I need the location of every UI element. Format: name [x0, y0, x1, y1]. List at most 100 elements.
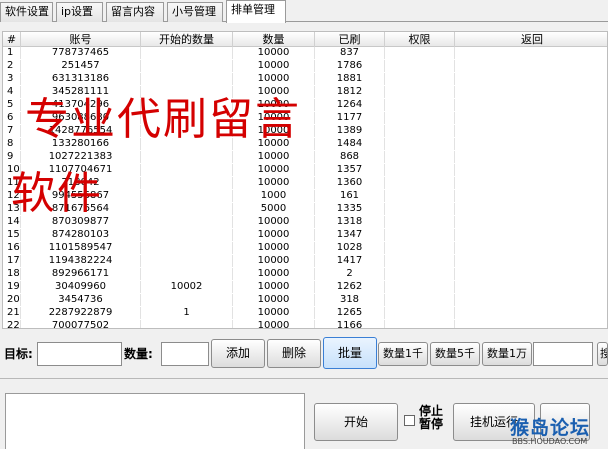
- row-permission: [385, 60, 455, 72]
- row-start-count: 10002: [141, 281, 233, 293]
- row-return: [455, 281, 607, 293]
- row-quantity: 10000: [233, 164, 315, 176]
- table-row[interactable]: 15 874280103 10000 1347: [3, 229, 607, 241]
- target-label: 目标:: [4, 347, 33, 361]
- row-account: 2287922879: [21, 307, 141, 319]
- row-return: [455, 125, 607, 137]
- row-permission: [385, 320, 455, 328]
- row-start-count: [141, 242, 233, 254]
- tab-message-content[interactable]: 留言内容: [106, 2, 164, 22]
- tab-order-management[interactable]: 排单管理: [226, 0, 286, 23]
- row-index: 7: [3, 125, 21, 137]
- table-row[interactable]: 20 3454736 10000 318: [3, 294, 607, 306]
- add-button[interactable]: 添加: [211, 339, 265, 368]
- table-row[interactable]: 16 1101589547 10000 1028: [3, 242, 607, 254]
- row-done: 2: [315, 268, 385, 280]
- row-return: [455, 47, 607, 59]
- row-quantity: 10000: [233, 229, 315, 241]
- col-header-index[interactable]: #: [3, 32, 21, 47]
- row-account: 778737465: [21, 47, 141, 59]
- quantity-10k-button[interactable]: 数量1万: [482, 342, 532, 366]
- row-return: [455, 112, 607, 124]
- table-row[interactable]: 1 778737465 10000 837: [3, 47, 607, 59]
- quantity-5k-button[interactable]: 数量5千: [430, 342, 480, 366]
- row-index: 22: [3, 320, 21, 328]
- row-permission: [385, 177, 455, 189]
- row-start-count: [141, 73, 233, 85]
- row-return: [455, 320, 607, 328]
- table-row[interactable]: 2 251457 10000 1786: [3, 60, 607, 72]
- log-box[interactable]: [5, 393, 305, 449]
- batch-button[interactable]: 批量: [323, 337, 377, 369]
- row-return: [455, 177, 607, 189]
- table-row[interactable]: 3 631313186 10000 1881: [3, 73, 607, 85]
- col-header-done[interactable]: 已刷: [315, 32, 385, 47]
- col-header-quantity[interactable]: 数量: [233, 32, 315, 47]
- table-row[interactable]: 22 700077502 10000 1166: [3, 320, 607, 328]
- search-input[interactable]: [533, 342, 593, 366]
- row-permission: [385, 47, 455, 59]
- col-header-start-count[interactable]: 开始的数量: [141, 32, 233, 47]
- row-account: 251457: [21, 60, 141, 72]
- row-quantity: 10000: [233, 177, 315, 189]
- table-row[interactable]: 9 1027221383 10000 868: [3, 151, 607, 163]
- row-permission: [385, 216, 455, 228]
- row-done: 1389: [315, 125, 385, 137]
- stop-pause-checkbox[interactable]: [404, 415, 415, 426]
- table-row[interactable]: 18 892966171 10000 2: [3, 268, 607, 280]
- row-done: 1786: [315, 60, 385, 72]
- row-return: [455, 73, 607, 85]
- tab-account-management[interactable]: 小号管理: [167, 2, 223, 22]
- row-permission: [385, 203, 455, 215]
- order-table[interactable]: # 账号 开始的数量 数量 已刷 权限 返回 1 778737465 10000 83…: [2, 31, 608, 329]
- tab-software-settings[interactable]: 软件设置: [0, 2, 53, 22]
- quantity-label: 数量:: [124, 347, 153, 361]
- start-button[interactable]: 开始: [314, 403, 398, 441]
- row-permission: [385, 281, 455, 293]
- row-permission: [385, 242, 455, 254]
- row-account: 1194382224: [21, 255, 141, 267]
- row-start-count: [141, 177, 233, 189]
- row-done: 1265: [315, 307, 385, 319]
- quantity-1k-button[interactable]: 数量1千: [378, 342, 428, 366]
- brand-url: BBS.HOUDAO.COM: [512, 437, 588, 446]
- row-done: 1360: [315, 177, 385, 189]
- delete-button[interactable]: 删除: [267, 339, 321, 368]
- row-return: [455, 164, 607, 176]
- row-account: 700077502: [21, 320, 141, 328]
- table-row[interactable]: 21 2287922879 1 10000 1265: [3, 307, 607, 319]
- row-return: [455, 294, 607, 306]
- row-done: 161: [315, 190, 385, 202]
- row-done: 1812: [315, 86, 385, 98]
- quantity-input[interactable]: [161, 342, 209, 366]
- col-header-permission[interactable]: 权限: [385, 32, 455, 47]
- row-index: 4: [3, 86, 21, 98]
- row-index: 17: [3, 255, 21, 267]
- table-row[interactable]: 17 1194382224 10000 1417: [3, 255, 607, 267]
- table-row[interactable]: 19 30409960 10002 10000 1262: [3, 281, 607, 293]
- target-input[interactable]: [37, 342, 122, 366]
- col-header-account[interactable]: 账号: [21, 32, 141, 47]
- row-return: [455, 255, 607, 267]
- row-return: [455, 190, 607, 202]
- row-index: 6: [3, 112, 21, 124]
- row-done: 1881: [315, 73, 385, 85]
- row-done: 1318: [315, 216, 385, 228]
- row-permission: [385, 125, 455, 137]
- row-return: [455, 216, 607, 228]
- row-permission: [385, 268, 455, 280]
- row-quantity: 10000: [233, 320, 315, 328]
- col-header-return[interactable]: 返回: [455, 32, 607, 47]
- row-permission: [385, 294, 455, 306]
- row-start-count: [141, 151, 233, 163]
- row-quantity: 5000: [233, 203, 315, 215]
- row-index: 20: [3, 294, 21, 306]
- row-permission: [385, 99, 455, 111]
- row-quantity: 10000: [233, 255, 315, 267]
- tab-ip-settings[interactable]: ip设置: [56, 2, 103, 22]
- row-quantity: 10000: [233, 73, 315, 85]
- search-button[interactable]: 搜: [597, 342, 608, 366]
- row-quantity: 10000: [233, 281, 315, 293]
- row-done: 868: [315, 151, 385, 163]
- row-return: [455, 99, 607, 111]
